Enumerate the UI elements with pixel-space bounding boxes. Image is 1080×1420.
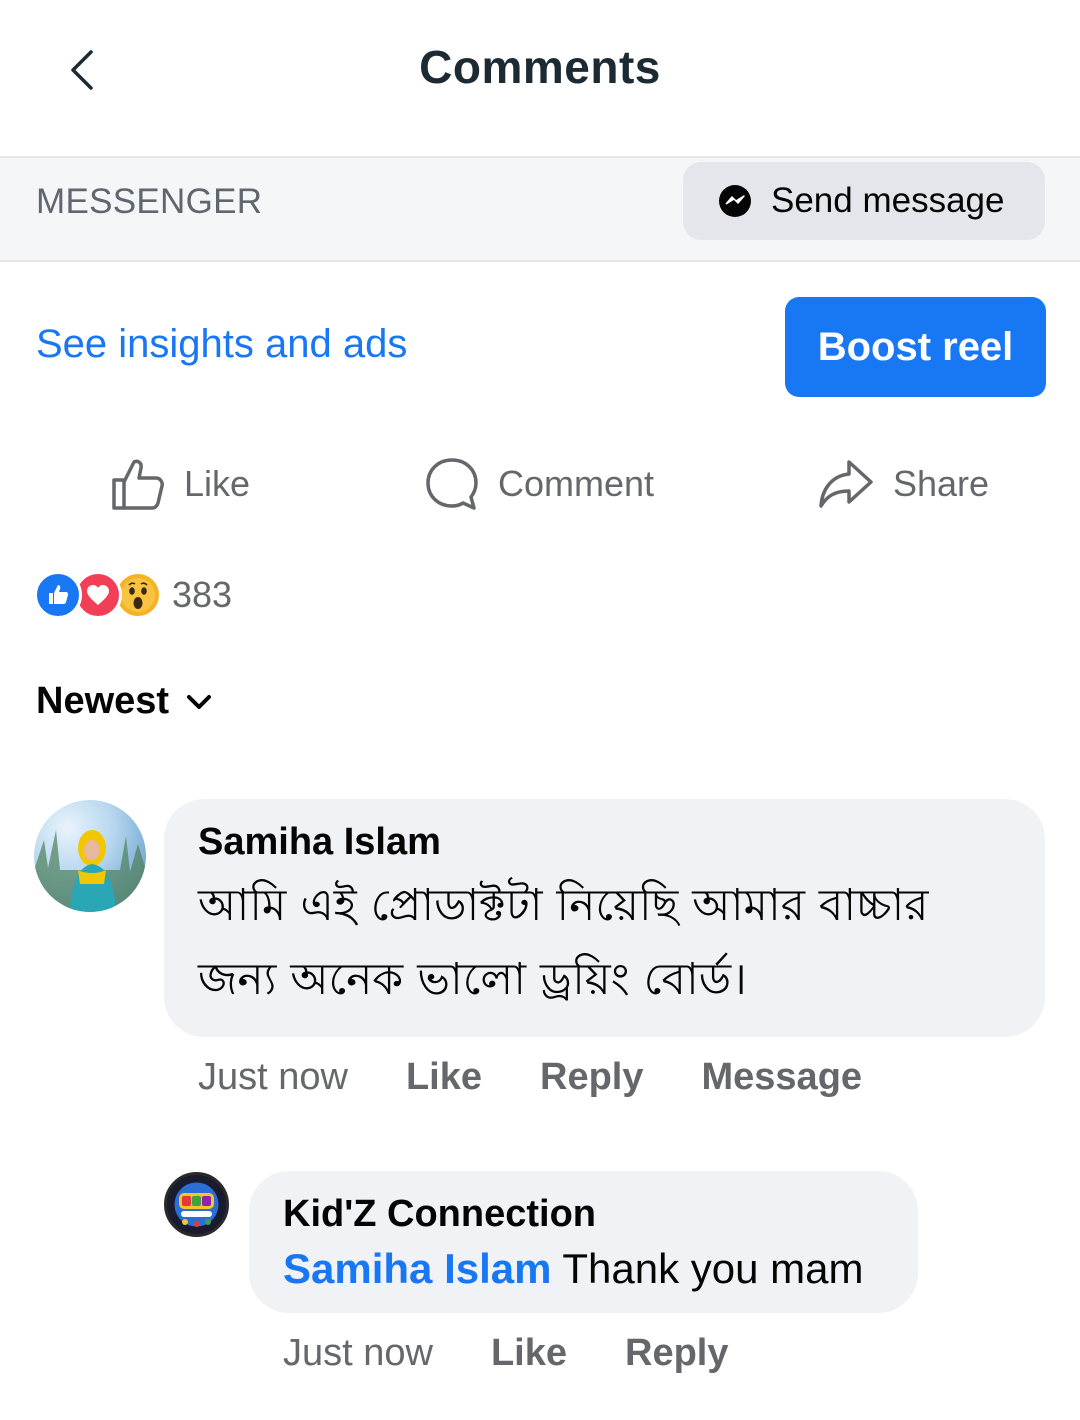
messenger-label: MESSENGER <box>36 182 263 221</box>
reply-text: Samiha Islam Thank you mam <box>283 1241 884 1297</box>
reply-message: Thank you mam <box>551 1245 864 1292</box>
reply-author[interactable]: Kid'Z Connection <box>283 1191 884 1237</box>
sort-label: Newest <box>36 680 170 722</box>
comment-like-button[interactable]: Like <box>406 1056 482 1099</box>
avatar[interactable] <box>164 1172 229 1237</box>
comment-bubble-icon <box>426 458 478 510</box>
reactions-summary[interactable]: 383 <box>34 570 232 620</box>
reply-timestamp: Just now <box>283 1332 433 1374</box>
boost-reel-button[interactable]: Boost reel <box>785 297 1046 397</box>
see-insights-link[interactable]: See insights and ads <box>36 322 407 367</box>
like-reaction-icon <box>34 571 82 619</box>
send-message-button[interactable]: Send message <box>683 162 1045 240</box>
reply-like-button[interactable]: Like <box>491 1332 567 1375</box>
comment-action-button[interactable]: Comment <box>424 452 654 516</box>
comment-bubble[interactable]: Samiha Islam আমি এই প্রোডাক্টটা নিয়েছি … <box>164 799 1045 1037</box>
send-message-label: Send message <box>771 181 1005 220</box>
comment-action-label: Comment <box>498 463 655 504</box>
reaction-count: 383 <box>172 574 233 615</box>
comment-message-button[interactable]: Message <box>702 1056 863 1099</box>
comment-text-line: জন্য অনেক ভালো ড্রয়িং বোর্ড। <box>198 954 747 1005</box>
comment-meta: Just now Like Reply Message <box>198 1056 920 1099</box>
share-action-label: Share <box>893 463 990 504</box>
mention-link[interactable]: Samiha Islam <box>283 1245 551 1292</box>
thumbs-up-icon <box>112 459 164 510</box>
comment-author[interactable]: Samiha Islam <box>198 819 1011 865</box>
messenger-bar: MESSENGER Send message <box>0 156 1080 262</box>
like-action-label: Like <box>184 463 251 504</box>
comment-text-line: আমি এই প্রোডাক্টটা নিয়েছি আমার বাচ্চার <box>198 880 929 931</box>
chevron-down-icon <box>187 694 212 709</box>
share-arrow-icon <box>819 460 873 508</box>
comment-text: আমি এই প্রোডাক্টটা নিয়েছি আমার বাচ্চার … <box>198 869 1011 1017</box>
top-app-bar: Comments <box>0 0 1080 156</box>
reply-meta: Just now Like Reply <box>283 1332 787 1375</box>
sort-dropdown[interactable]: Newest <box>36 680 213 723</box>
page-title: Comments <box>419 41 661 93</box>
comment-reply-button[interactable]: Reply <box>540 1056 643 1099</box>
reply-reply-button[interactable]: Reply <box>625 1332 728 1375</box>
like-action-button[interactable]: Like <box>110 452 250 516</box>
comment-timestamp: Just now <box>198 1056 348 1098</box>
share-action-button[interactable]: Share <box>817 452 989 516</box>
avatar[interactable] <box>34 800 146 912</box>
messenger-icon <box>719 185 751 217</box>
reply-bubble[interactable]: Kid'Z Connection Samiha Islam Thank you … <box>249 1171 918 1313</box>
